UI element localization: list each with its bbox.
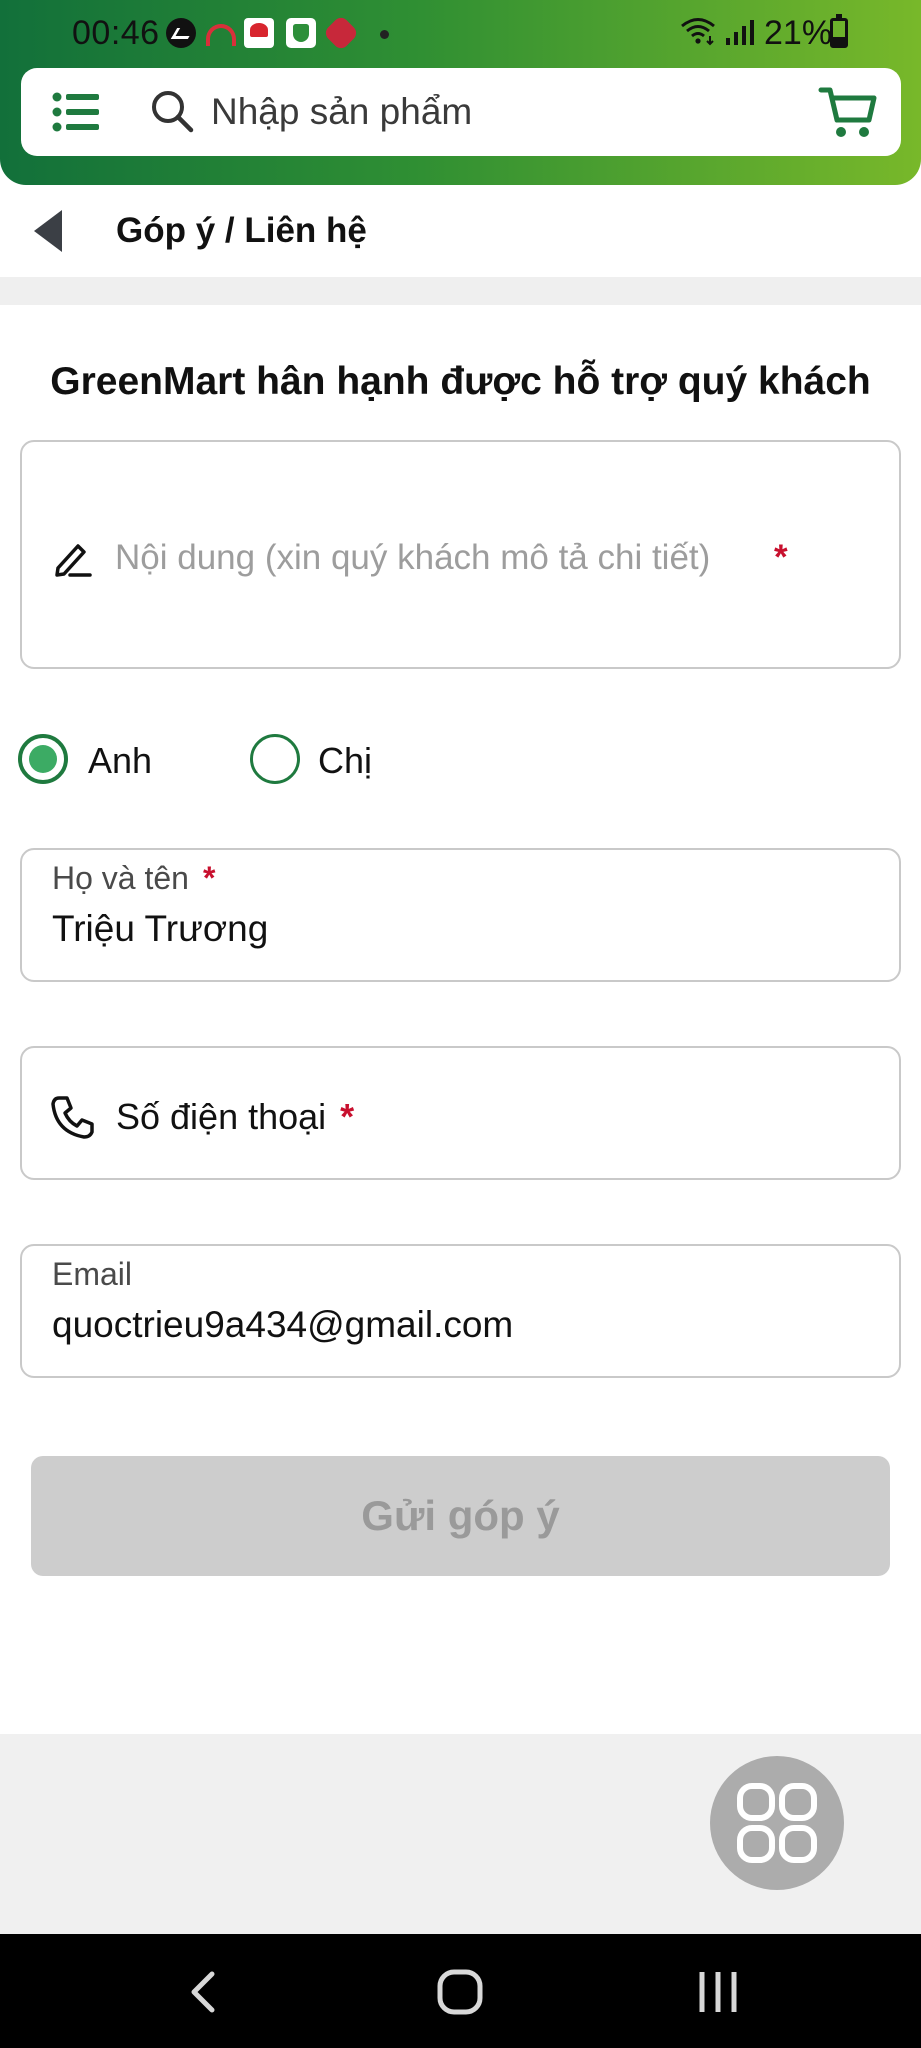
system-navigation-bar bbox=[0, 1934, 921, 2048]
full-name-value: Triệu Trương bbox=[52, 908, 269, 949]
signal-icon bbox=[726, 20, 754, 45]
search-bar bbox=[21, 68, 901, 156]
app-header: 00:46 21% bbox=[0, 0, 921, 185]
page-header: Góp ý / Liên hệ bbox=[0, 185, 921, 277]
phone-field[interactable]: Số điện thoại * bbox=[20, 1046, 901, 1180]
required-mark: * bbox=[774, 538, 788, 577]
battery-percentage: 21% bbox=[764, 14, 833, 52]
more-notifications-dot-icon bbox=[380, 30, 389, 39]
section-divider bbox=[0, 277, 921, 305]
battery-icon bbox=[830, 14, 848, 48]
email-value: quoctrieu9a434@gmail.com bbox=[52, 1304, 514, 1345]
full-name-field[interactable]: Họ và tên * Triệu Trương bbox=[20, 848, 901, 982]
nav-back-icon[interactable] bbox=[176, 1964, 232, 2020]
full-name-label: Họ và tên * bbox=[52, 860, 216, 896]
messenger-notification-icon bbox=[166, 18, 196, 48]
nav-recents-icon[interactable] bbox=[690, 1964, 746, 2020]
email-label: Email bbox=[52, 1256, 133, 1292]
form-heading: GreenMart hân hạnh được hỗ trợ quý khách bbox=[50, 360, 871, 403]
email-field[interactable]: Email quoctrieu9a434@gmail.com bbox=[20, 1244, 901, 1378]
quick-menu-button[interactable] bbox=[710, 1756, 844, 1890]
nav-home-icon[interactable] bbox=[432, 1964, 488, 2020]
pencil-icon bbox=[55, 544, 92, 577]
shopping-app-notification-icon bbox=[244, 18, 274, 48]
required-mark: * bbox=[202, 860, 216, 896]
phone-label: Số điện thoại * bbox=[116, 1096, 355, 1137]
status-bar: 00:46 21% bbox=[0, 0, 921, 66]
search-input[interactable] bbox=[211, 82, 771, 142]
radio-anh[interactable] bbox=[18, 734, 68, 784]
radio-label-anh: Anh bbox=[88, 740, 153, 781]
wifi-icon bbox=[681, 18, 715, 46]
required-mark: * bbox=[340, 1096, 355, 1137]
status-time: 00:46 bbox=[72, 14, 160, 52]
submit-feedback-button[interactable]: Gửi góp ý bbox=[31, 1456, 890, 1576]
content-textarea[interactable]: Nội dung (xin quý khách mô tả chi tiết) … bbox=[20, 440, 901, 669]
grid-icon bbox=[737, 1783, 817, 1863]
menu-icon[interactable] bbox=[51, 90, 101, 134]
radio-chi[interactable] bbox=[250, 734, 300, 784]
shield-app-notification-icon bbox=[286, 18, 316, 48]
content-placeholder: Nội dung (xin quý khách mô tả chi tiết) bbox=[115, 538, 711, 577]
cart-icon[interactable] bbox=[817, 82, 879, 144]
salutation-radio-group: Anh Chị bbox=[18, 730, 518, 790]
phone-icon bbox=[51, 1096, 94, 1139]
search-icon bbox=[152, 91, 194, 133]
back-button[interactable] bbox=[20, 201, 80, 261]
ticket-app-notification-icon bbox=[322, 14, 360, 52]
app-notification-icon bbox=[206, 24, 236, 46]
radio-label-chi: Chị bbox=[318, 740, 373, 781]
page-title: Góp ý / Liên hệ bbox=[116, 211, 367, 250]
